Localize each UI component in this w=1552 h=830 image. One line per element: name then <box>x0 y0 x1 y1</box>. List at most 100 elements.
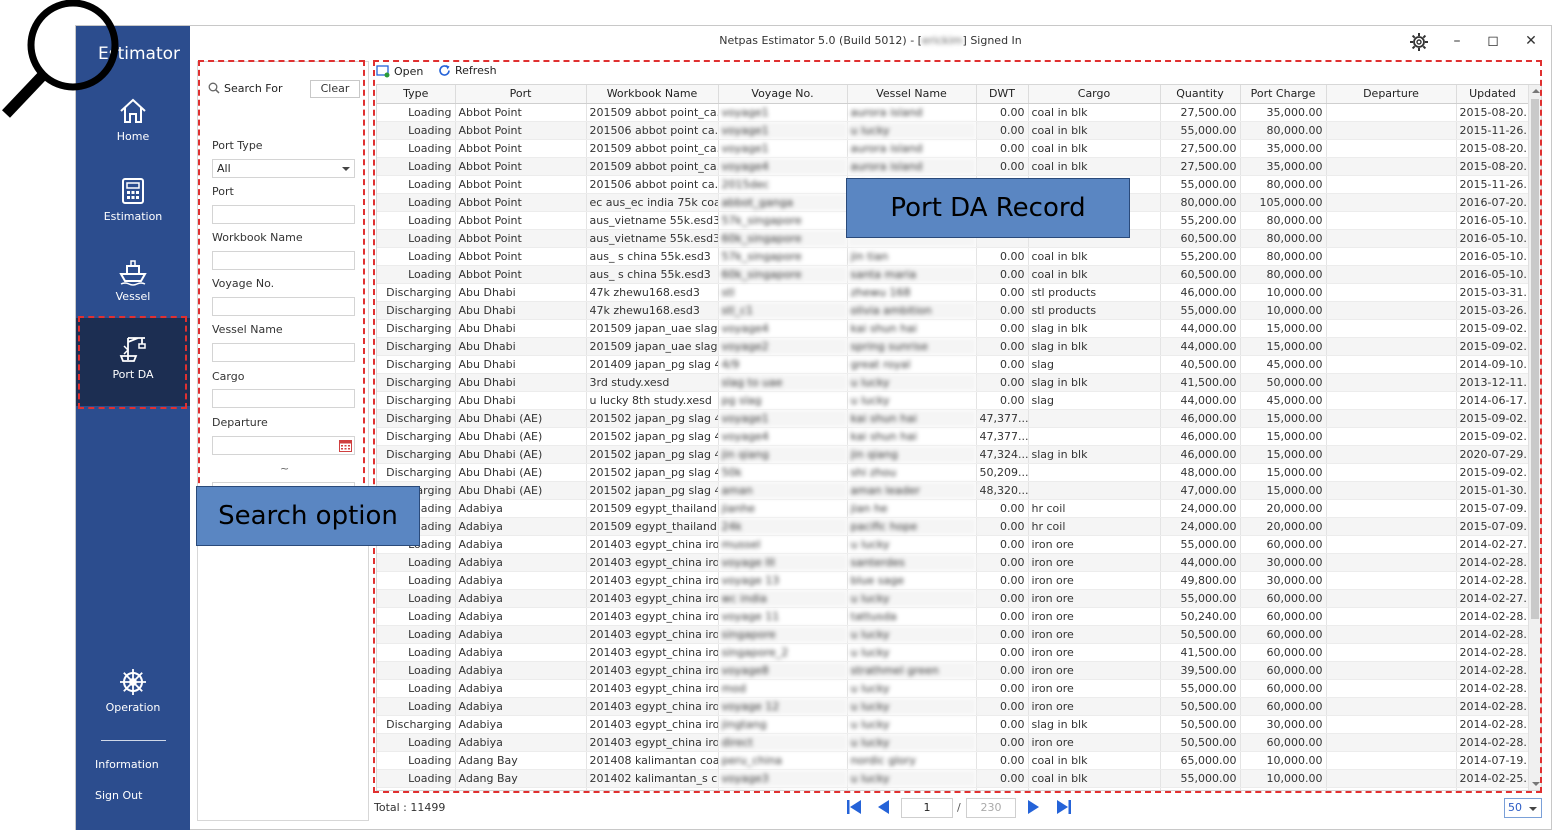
departure-label: Departure <box>212 416 268 429</box>
table-row[interactable]: DischargingAbu Dhabi (AE)201502 japan_pg… <box>377 445 1530 464</box>
table-row[interactable]: LoadingAdabiya201403 egypt_china iron...… <box>377 535 1530 554</box>
refresh-button[interactable]: Refresh <box>438 64 497 77</box>
table-row[interactable]: Loading Abbot Point 201509 abbot point_ca.… <box>377 103 1530 122</box>
table-cell: 201509 abbot point_ca... <box>586 103 719 122</box>
port-type-select[interactable]: All <box>212 159 355 178</box>
table-row[interactable]: Loading Abbot Point 201509 abbot point_ca.… <box>377 139 1530 158</box>
table-row[interactable]: LoadingAdabiya201403 egypt_china iron...… <box>377 607 1530 626</box>
table-cell <box>1326 445 1457 464</box>
table-cell: Adabiya <box>455 499 587 518</box>
table-cell: 60k_singapore <box>718 265 848 284</box>
previous-page-icon[interactable] <box>876 797 890 817</box>
column-header[interactable]: Cargo <box>1028 85 1161 104</box>
table-row[interactable]: LoadingAdang Bay201512 oman kalayan cc..… <box>377 787 1530 790</box>
table-row[interactable]: LoadingAdabiya201403 egypt_china iron...… <box>377 643 1530 662</box>
table-row[interactable]: LoadingAdabiya201403 egypt_china iron...… <box>377 661 1530 680</box>
table-cell <box>1326 247 1457 266</box>
first-page-icon[interactable] <box>846 797 862 817</box>
departure-from-input[interactable] <box>212 436 355 455</box>
column-header[interactable]: Port <box>455 85 587 104</box>
table-cell: Discharging <box>377 301 456 320</box>
table-row[interactable]: Discharging Abu Dhabi 47k zhewu168.esd3 stl… <box>377 283 1530 302</box>
table-cell <box>1326 643 1457 662</box>
table-row[interactable]: Loading Abbot Point 201506 abbot point ca.… <box>377 121 1530 140</box>
table-row[interactable]: DischargingAbu Dhabi (AE)201502 japan_pg… <box>377 409 1530 428</box>
column-header[interactable]: Type <box>377 85 456 104</box>
table-cell: Adabiya <box>455 661 587 680</box>
table-row[interactable]: Loading Abbot Point 201509 abbot point_ca.… <box>377 157 1530 176</box>
nav-home[interactable]: Home <box>76 88 190 168</box>
table-cell: 49,800.00 <box>1160 571 1241 590</box>
table-row[interactable]: LoadingAdabiya201403 egypt_china iron...… <box>377 733 1530 752</box>
sign-out-link[interactable]: Sign Out <box>95 789 142 802</box>
workbook-name-label: Workbook Name <box>212 231 303 244</box>
column-header[interactable]: Updated <box>1456 85 1530 104</box>
column-header[interactable]: Quantity <box>1160 85 1241 104</box>
table-row[interactable]: DischargingAbu Dhabi (AE)201502 japan_pg… <box>377 427 1530 446</box>
table-cell: Abu Dhabi <box>455 301 587 320</box>
nav-port-da[interactable]: Port DA <box>76 318 190 406</box>
table-row[interactable]: LoadingAdabiya201403 egypt_china iron...… <box>377 571 1530 590</box>
table-row[interactable]: LoadingAdabiya201403 egypt_china iron...… <box>377 697 1530 716</box>
minimize-button[interactable]: – <box>1446 31 1468 51</box>
table-row[interactable]: Discharging Abu Dhabi 3rd study.xesd slag t… <box>377 373 1530 392</box>
table-cell: Discharging <box>377 373 456 392</box>
table-row[interactable]: Discharging Abu Dhabi 201509 japan_uae sla… <box>377 337 1530 356</box>
table-row[interactable]: Discharging Abu Dhabi 201409 japan_pg slag… <box>377 355 1530 374</box>
table-cell: 0.00 <box>976 103 1029 122</box>
table-cell: santerdes <box>847 553 977 572</box>
clear-button[interactable]: Clear <box>310 80 360 98</box>
column-header[interactable]: Vessel Name <box>847 85 977 104</box>
table-row[interactable]: Discharging Abu Dhabi u lucky 8th study.xe… <box>377 391 1530 410</box>
table-row[interactable]: LoadingAdabiya201403 egypt_china iron...… <box>377 589 1530 608</box>
column-header[interactable]: Departure <box>1326 85 1457 104</box>
vertical-scrollbar[interactable] <box>1528 85 1541 790</box>
table-row[interactable]: LoadingAdabiya201403 egypt_china iron...… <box>377 625 1530 644</box>
table-cell: u lucky <box>847 589 977 608</box>
table-row[interactable]: Discharging Abu Dhabi 201509 japan_uae sla… <box>377 319 1530 338</box>
column-header[interactable]: Voyage No. <box>718 85 848 104</box>
current-page-input[interactable]: 1 <box>901 798 953 818</box>
nav-operation[interactable]: Operation <box>76 659 190 739</box>
workbook-name-input[interactable] <box>212 251 355 270</box>
table-cell: Abu Dhabi <box>455 283 587 302</box>
table-row[interactable]: LoadingAdabiya201509 egypt_thailand h...… <box>377 517 1530 536</box>
scroll-up-arrow-icon[interactable] <box>1532 89 1540 93</box>
table-cell: 24,000.00 <box>1160 499 1241 518</box>
page-size-select[interactable]: 50 <box>1504 798 1542 818</box>
table-row[interactable]: LoadingAdang Bay201408 kalimantan coal..… <box>377 751 1530 770</box>
table-row[interactable]: Discharging Adabiya 201403 egypt_china iro… <box>377 715 1530 734</box>
nav-estimation[interactable]: Estimation <box>76 168 190 248</box>
table-row[interactable]: DischargingAbu Dhabi (AE)201502 japan_pg… <box>377 481 1530 500</box>
last-page-icon[interactable] <box>1056 797 1072 817</box>
nav-vessel[interactable]: Vessel <box>76 248 190 328</box>
table-row[interactable]: Loading Abbot Point aus_ s china 55k.esd3 5… <box>377 247 1530 266</box>
column-header[interactable]: Workbook Name <box>586 85 719 104</box>
table-row[interactable]: LoadingAdang Bay201402 kalimantan_s chi.… <box>377 769 1530 788</box>
table-cell <box>1326 679 1457 698</box>
scrollbar-thumb[interactable] <box>1531 99 1539 619</box>
table-cell: 2014-02-27... <box>1456 535 1530 554</box>
calendar-icon[interactable] <box>339 439 352 452</box>
table-row[interactable]: LoadingAdabiya201403 egypt_china iron...… <box>377 553 1530 572</box>
settings-gear-icon[interactable] <box>1408 32 1430 52</box>
search-panel: Search For Clear Port Type All Port Work… <box>197 61 369 821</box>
table-row[interactable]: Discharging Abu Dhabi 47k zhewu168.esd3 stl… <box>377 301 1530 320</box>
information-link[interactable]: Information <box>95 758 159 771</box>
column-header[interactable]: DWT <box>976 85 1029 104</box>
column-header[interactable]: Port Charge <box>1240 85 1327 104</box>
table-row[interactable]: DischargingAbu Dhabi (AE)201502 japan_pg… <box>377 463 1530 482</box>
port-input[interactable] <box>212 205 355 224</box>
open-button[interactable]: Open <box>376 64 423 78</box>
scroll-down-arrow-icon[interactable] <box>1532 782 1540 786</box>
cargo-input[interactable] <box>212 389 355 408</box>
table-row[interactable]: LoadingAdabiya201509 egypt_thailand h...… <box>377 499 1530 518</box>
next-page-icon[interactable] <box>1027 797 1041 817</box>
table-cell: santa maria <box>847 265 977 284</box>
maximize-button[interactable]: ◻ <box>1482 31 1504 51</box>
vessel-name-input[interactable] <box>212 343 355 362</box>
table-row[interactable]: LoadingAdabiya201403 egypt_china iron...… <box>377 679 1530 698</box>
close-button[interactable]: ✕ <box>1520 31 1542 51</box>
table-row[interactable]: Loading Abbot Point aus_ s china 55k.esd3 6… <box>377 265 1530 284</box>
voyage-no-input[interactable] <box>212 297 355 316</box>
